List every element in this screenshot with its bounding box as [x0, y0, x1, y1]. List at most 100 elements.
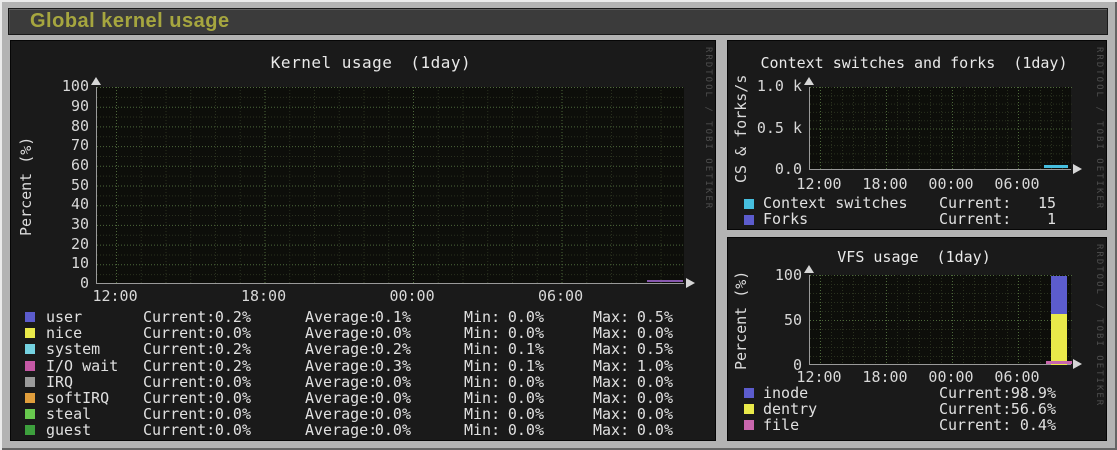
y-tick: 0.5 k: [756, 118, 802, 137]
legend-row: inode Current: 98.9%: [728, 385, 1106, 401]
min-value: 0.0%: [507, 405, 544, 424]
plot-area: [91, 77, 695, 288]
y-tick: 1.0 k: [756, 77, 802, 96]
legend-row: dentry Current: 56.6%: [728, 401, 1106, 417]
current-value: 0.0%: [214, 372, 251, 391]
rrdtool-watermark: RRDTOOL / TOBI OETIKER: [703, 47, 713, 211]
x-tick: 06:00: [537, 287, 584, 305]
chart-title-text: Kernel usage: [270, 53, 393, 72]
legend-row: I/O wait Current: 0.2% Average: 0.3% Min…: [11, 356, 715, 375]
x-axis-arrow-icon: [1073, 164, 1082, 174]
average-value: 0.0%: [374, 324, 411, 343]
y-axis-arrow-icon: [91, 77, 101, 85]
legend-series-name: nice: [46, 324, 83, 343]
max-value: 0.0%: [636, 405, 673, 424]
x-tick: 12:00: [92, 287, 138, 305]
y-axis-arrow-icon: [804, 77, 814, 85]
legend-series-name: I/O wait: [46, 356, 119, 375]
rrdtool-watermark: RRDTOOL / TOBI OETIKER: [1094, 47, 1104, 211]
context-switches-chart[interactable]: Context switches and forks (1day) CS & fo…: [727, 40, 1107, 230]
vfs-legend: inode Current: 98.9% dentry Current: 56.…: [728, 385, 1106, 433]
y-tick: 90: [70, 96, 89, 115]
min-value: 0.0%: [507, 421, 544, 440]
chart-period: (1day): [936, 248, 991, 266]
x-axis-arrow-icon: [1073, 359, 1082, 369]
legend-row: softIRQ Current: 0.0% Average: 0.0% Min:…: [11, 390, 715, 406]
y-tick: 30: [70, 215, 89, 233]
y-tick: 60: [70, 155, 89, 174]
inode-bar: [1051, 275, 1067, 315]
max-value: 0.5%: [636, 340, 673, 359]
x-tick: 06:00: [994, 175, 1040, 193]
y-tick-labels: 1.0 k 0.5 k 0.0: [742, 66, 802, 191]
y-tick: 70: [70, 136, 89, 155]
legend-swatch: [744, 214, 754, 225]
current-value: 1: [1046, 209, 1056, 228]
legend-swatch: [744, 420, 754, 430]
average-value: 0.3%: [374, 356, 411, 375]
min-value: 0.1%: [507, 356, 544, 375]
x-tick: 18:00: [862, 368, 908, 386]
legend-swatch: [25, 344, 35, 355]
plot-area: [804, 265, 1082, 369]
legend-swatch: [25, 328, 35, 339]
context-switches-trace: [1044, 165, 1068, 168]
kernel-usage-chart[interactable]: Kernel usage (1day) Percent (%) RRDTOOL /…: [10, 40, 716, 441]
vfs-usage-chart[interactable]: VFS usage (1day) Percent (%) RRDTOOL / TO…: [727, 237, 1107, 441]
average-value: 0.0%: [374, 421, 411, 440]
average-value: 0.1%: [374, 308, 411, 326]
legend-series-name: steal: [46, 405, 92, 424]
kernel-legend: user Current: 0.2% Average: 0.1% Min: 0.…: [11, 309, 715, 439]
x-tick: 18:00: [240, 287, 287, 305]
legend-series-name: system: [46, 340, 101, 359]
legend-swatch: [744, 388, 754, 398]
file-bar: [1046, 361, 1072, 364]
legend-swatch: [25, 360, 35, 371]
y-tick: 100: [774, 265, 802, 284]
legend-swatch: [25, 409, 35, 420]
legend-row: user Current: 0.2% Average: 0.1% Min: 0.…: [11, 309, 715, 325]
max-value: 0.5%: [636, 308, 673, 326]
legend-row: system Current: 0.2% Average: 0.2% Min: …: [11, 340, 715, 359]
x-tick-labels: 12:00 18:00 00:00 06:00: [786, 175, 1050, 193]
legend-swatch: [744, 199, 754, 209]
grid: [810, 87, 1072, 170]
y-tick: 100: [61, 77, 89, 96]
min-value: 0.0%: [507, 372, 544, 391]
legend-series-name: user: [46, 308, 83, 326]
max-value: 0.0%: [636, 421, 673, 440]
dentry-bar: [1051, 314, 1067, 365]
min-value: 0.0%: [507, 388, 544, 407]
legend-row: guest Current: 0.0% Average: 0.0% Min: 0…: [11, 421, 715, 440]
max-value: 0.0%: [636, 372, 673, 391]
x-tick: 18:00: [862, 175, 908, 193]
grid: [97, 87, 685, 284]
legend-row: Forks Current: 1: [728, 209, 1106, 228]
current-value: 0.4%: [1019, 416, 1056, 434]
kernel-usage-trace: [647, 280, 683, 282]
y-tick: 20: [70, 234, 89, 253]
legend-swatch: [25, 376, 35, 387]
y-axis-label: Percent (%): [17, 136, 35, 236]
chart-title: Kernel usage (1day): [66, 53, 676, 72]
legend-row: IRQ Current: 0.0% Average: 0.0% Min: 0.0…: [11, 374, 715, 390]
current-value: 0.2%: [214, 308, 251, 326]
average-value: 0.0%: [374, 388, 411, 407]
current-value: 0.0%: [214, 421, 251, 440]
current-value: 56.6%: [1010, 400, 1056, 418]
legend-row: steal Current: 0.0% Average: 0.0% Min: 0…: [11, 406, 715, 422]
y-axis-arrow-icon: [804, 265, 814, 273]
y-tick-labels: 100 90 80 70 60 50 40 30 20 10 0: [41, 77, 89, 294]
legend-series-name: guest: [46, 421, 92, 440]
chart-title-text: VFS usage: [837, 248, 919, 266]
page-title: Global kernel usage: [30, 10, 230, 32]
legend-series-name: inode: [763, 384, 809, 402]
legend-swatch: [744, 404, 754, 414]
current-value: 98.9%: [1010, 384, 1056, 402]
legend-series-name: IRQ: [46, 372, 74, 391]
x-tick-labels: 12:00 18:00 00:00 06:00: [41, 287, 635, 305]
average-value: 0.0%: [374, 372, 411, 391]
max-value: 0.0%: [636, 388, 673, 407]
chart-period: (1day): [1013, 54, 1068, 72]
legend-swatch: [25, 312, 35, 322]
